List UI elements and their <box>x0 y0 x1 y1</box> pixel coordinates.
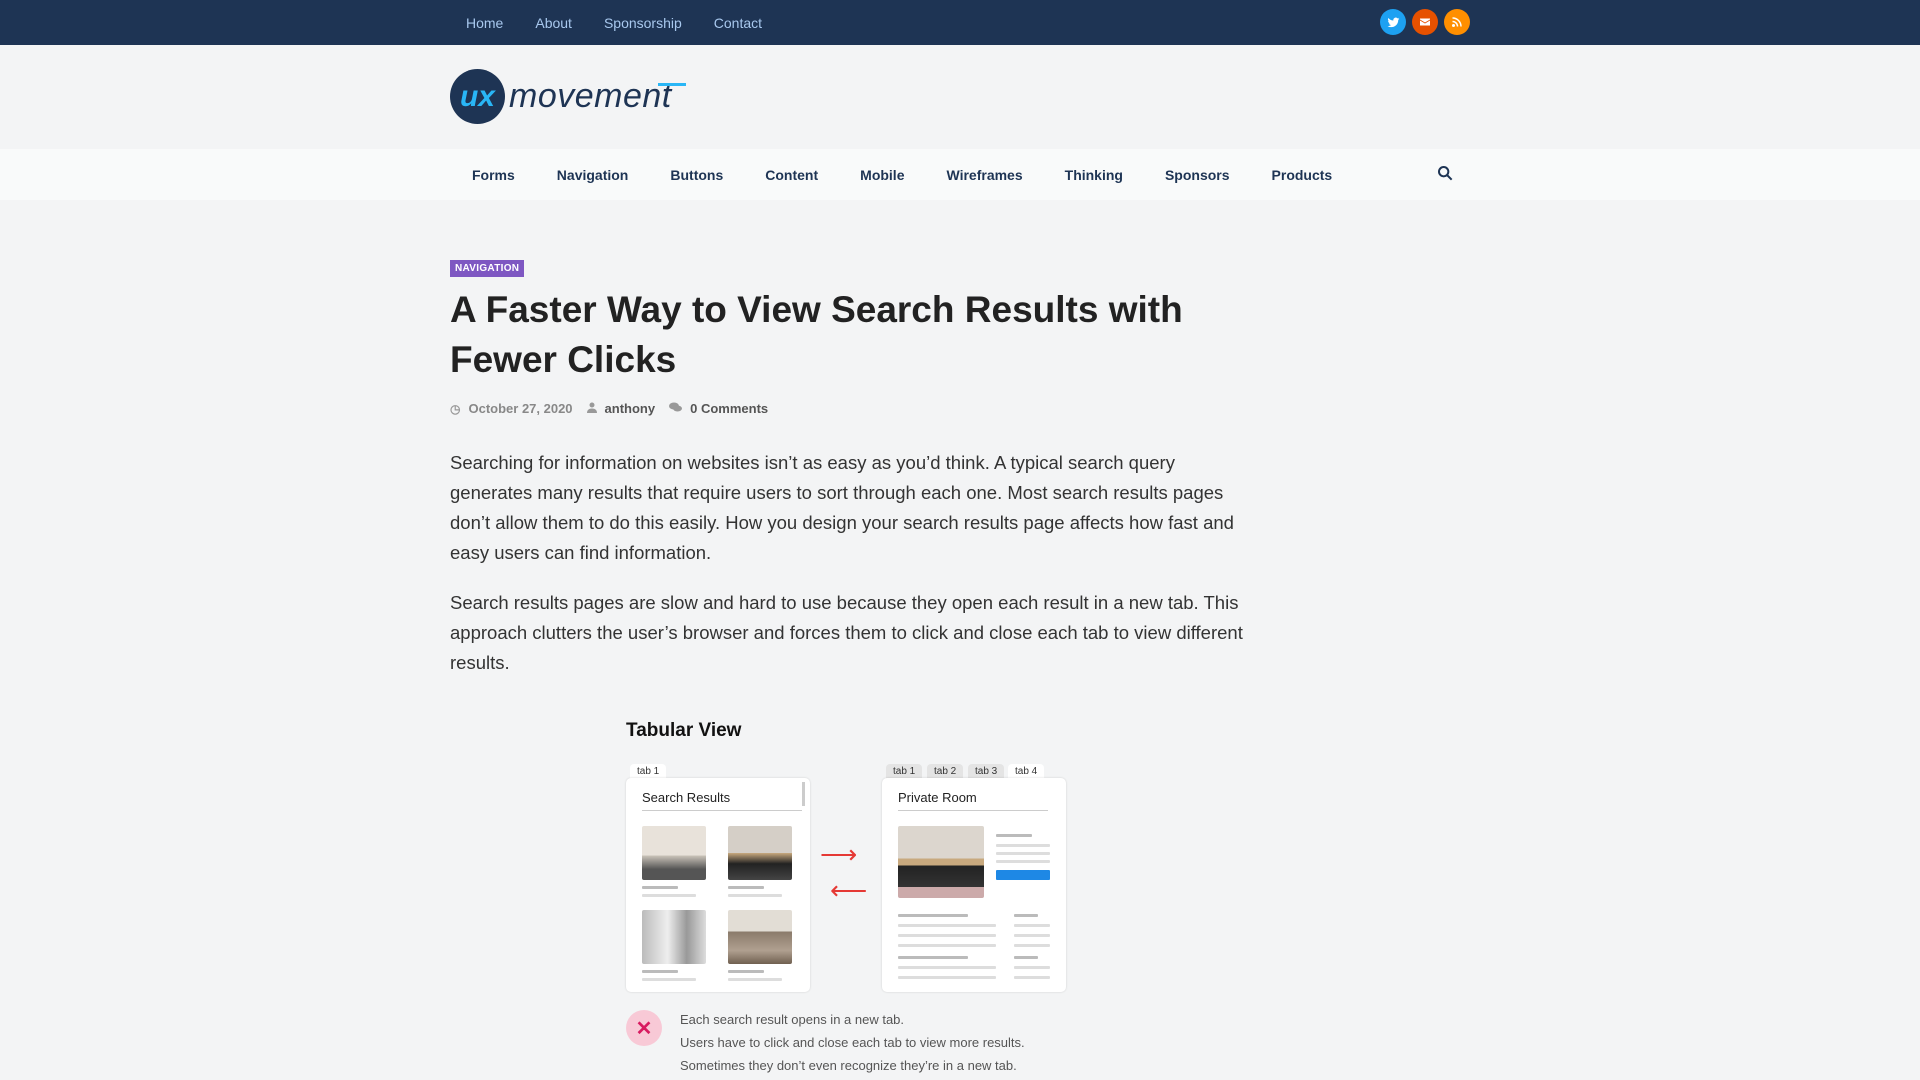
article-title: A Faster Way to View Search Results with… <box>450 289 1183 380</box>
result-thumb-4 <box>728 910 792 964</box>
book-button <box>996 870 1050 880</box>
detail-line <box>1014 924 1050 927</box>
detail-line <box>898 976 996 979</box>
user-icon <box>586 402 597 416</box>
divider <box>642 810 802 811</box>
nav-mobile[interactable]: Mobile <box>860 167 904 183</box>
detail-line <box>1014 956 1038 959</box>
main-nav: Forms Navigation Buttons Content Mobile … <box>0 149 1920 200</box>
article-meta: ◷ October 27, 2020 anthony 0 Comments <box>450 401 1250 416</box>
detail-line <box>898 924 996 927</box>
meta-author: anthony <box>586 401 656 416</box>
logo-dash <box>657 83 686 86</box>
right-tab-1: tab 1 <box>886 764 923 779</box>
x-icon: ✕ <box>626 1010 662 1046</box>
detail-line <box>898 966 996 969</box>
caption-line-3: Sometimes they don’t even recognize they… <box>680 1058 1017 1073</box>
main-nav-items: Forms Navigation Buttons Content Mobile … <box>450 149 1352 200</box>
scrollbar <box>802 782 805 806</box>
search-results-title: Search Results <box>642 790 731 805</box>
private-room-title: Private Room <box>898 790 977 805</box>
detail-line <box>1014 914 1038 917</box>
result-thumb-2 <box>728 826 792 880</box>
nav-navigation[interactable]: Navigation <box>557 167 629 183</box>
right-tab-2: tab 2 <box>927 764 964 779</box>
result-thumb-1 <box>642 826 706 880</box>
caption-line-2: Users have to click and close each tab t… <box>680 1035 1025 1050</box>
arrow-right-icon: ⟶ <box>820 839 858 869</box>
nav-wireframes[interactable]: Wireframes <box>947 167 1023 183</box>
detail-line <box>898 944 996 947</box>
right-tab-4: tab 4 <box>1008 764 1045 779</box>
result-line <box>728 894 782 897</box>
logo-wordmark: movement <box>509 77 686 116</box>
right-tab-3: tab 3 <box>968 764 1005 779</box>
room-photo <box>898 826 984 898</box>
detail-line <box>996 844 1050 847</box>
detail-line <box>1014 934 1050 937</box>
top-nav-about[interactable]: About <box>535 15 572 31</box>
top-nav-contact[interactable]: Contact <box>714 15 762 31</box>
category-badge[interactable]: NAVIGATION <box>450 260 525 277</box>
site-logo[interactable]: ux movement <box>450 69 686 124</box>
search-icon[interactable] <box>1437 165 1455 183</box>
caption-line-1: Each search result opens in a new tab. <box>680 1012 905 1027</box>
detail-line <box>996 852 1050 855</box>
nav-forms[interactable]: Forms <box>472 167 515 183</box>
result-line <box>642 978 696 981</box>
detail-line <box>1014 944 1050 947</box>
logo-mark: ux <box>450 69 505 124</box>
result-line <box>642 886 678 889</box>
result-line <box>642 970 678 973</box>
comments-link[interactable]: 0 Comments <box>690 401 768 416</box>
divider <box>898 810 1048 811</box>
top-nav-sponsorship[interactable]: Sponsorship <box>604 15 682 31</box>
nav-sponsors[interactable]: Sponsors <box>1165 167 1230 183</box>
result-line <box>728 886 764 889</box>
tabular-view-figure: Tabular View tab 1 Search Results ⟶ ⟵ ta… <box>626 718 1066 1080</box>
social-links <box>1380 9 1470 35</box>
top-nav: Home About Sponsorship Contact <box>450 0 794 45</box>
detail-line <box>1014 976 1050 979</box>
rss-icon[interactable] <box>1444 9 1470 35</box>
nav-content[interactable]: Content <box>765 167 818 183</box>
search-results-panel: Search Results <box>626 778 810 992</box>
paragraph: Searching for information on websites is… <box>450 452 1234 563</box>
nav-products[interactable]: Products <box>1272 167 1333 183</box>
figure-title: Tabular View <box>626 720 742 741</box>
detail-line <box>1014 966 1050 969</box>
nav-thinking[interactable]: Thinking <box>1065 167 1123 183</box>
detail-line <box>996 860 1050 863</box>
private-room-panel: Private Room <box>882 778 1066 992</box>
author-link[interactable]: anthony <box>605 401 656 416</box>
meta-date: ◷ October 27, 2020 <box>450 401 573 416</box>
detail-line <box>898 956 968 959</box>
left-tab-1: tab 1 <box>630 764 667 779</box>
clock-icon: ◷ <box>450 401 461 416</box>
comments-icon <box>669 402 683 416</box>
site-header <box>0 45 1920 149</box>
top-bar: Home About Sponsorship Contact <box>0 0 1920 45</box>
meta-comments: 0 Comments <box>669 401 768 416</box>
twitter-icon[interactable] <box>1380 9 1406 35</box>
result-line <box>728 978 782 981</box>
article-body: Searching for information on websites is… <box>450 448 1250 678</box>
arrow-left-icon: ⟵ <box>830 875 868 905</box>
detail-line <box>898 934 996 937</box>
detail-line <box>898 914 968 917</box>
email-icon[interactable] <box>1412 9 1438 35</box>
detail-line <box>996 834 1032 837</box>
paragraph: Search results pages are slow and hard t… <box>450 592 1243 673</box>
top-nav-home[interactable]: Home <box>466 15 503 31</box>
date-text: October 27, 2020 <box>468 401 573 416</box>
article: NAVIGATION A Faster Way to View Search R… <box>450 258 1250 678</box>
result-line <box>642 894 696 897</box>
result-line <box>728 970 764 973</box>
result-thumb-3 <box>642 910 706 964</box>
logo-word-text: movement <box>509 77 672 115</box>
nav-buttons[interactable]: Buttons <box>670 167 723 183</box>
